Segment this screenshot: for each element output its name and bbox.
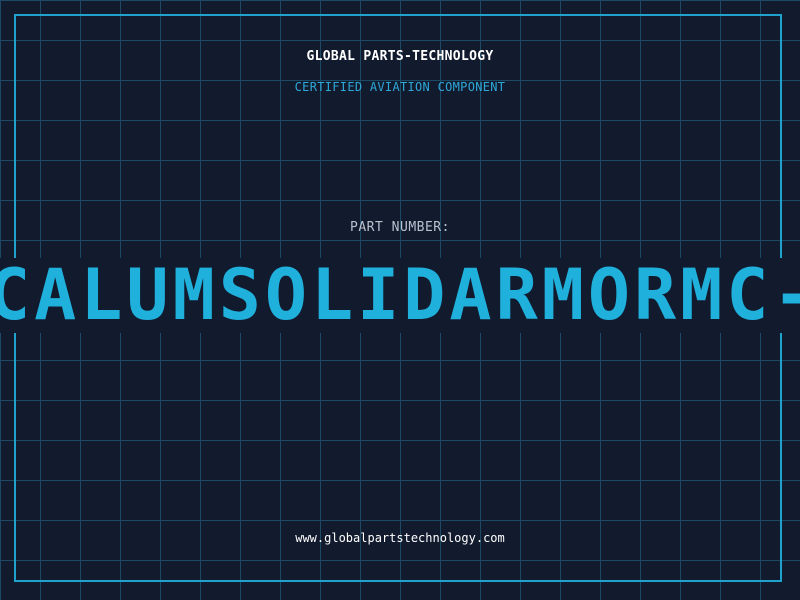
company-tagline: CERTIFIED AVIATION COMPONENT xyxy=(294,80,506,94)
certificate-card: GLOBAL PARTS-TECHNOLOGY CERTIFIED AVIATI… xyxy=(0,0,800,600)
part-number-label: PART NUMBER: xyxy=(350,220,450,235)
part-number-band: CALUMSOLIDARMORMC-C xyxy=(0,258,800,333)
part-number-value: CALUMSOLIDARMORMC-C xyxy=(0,258,800,333)
website-link[interactable]: www.globalpartstechnology.com xyxy=(0,531,800,545)
company-name: GLOBAL PARTS-TECHNOLOGY xyxy=(306,49,494,64)
